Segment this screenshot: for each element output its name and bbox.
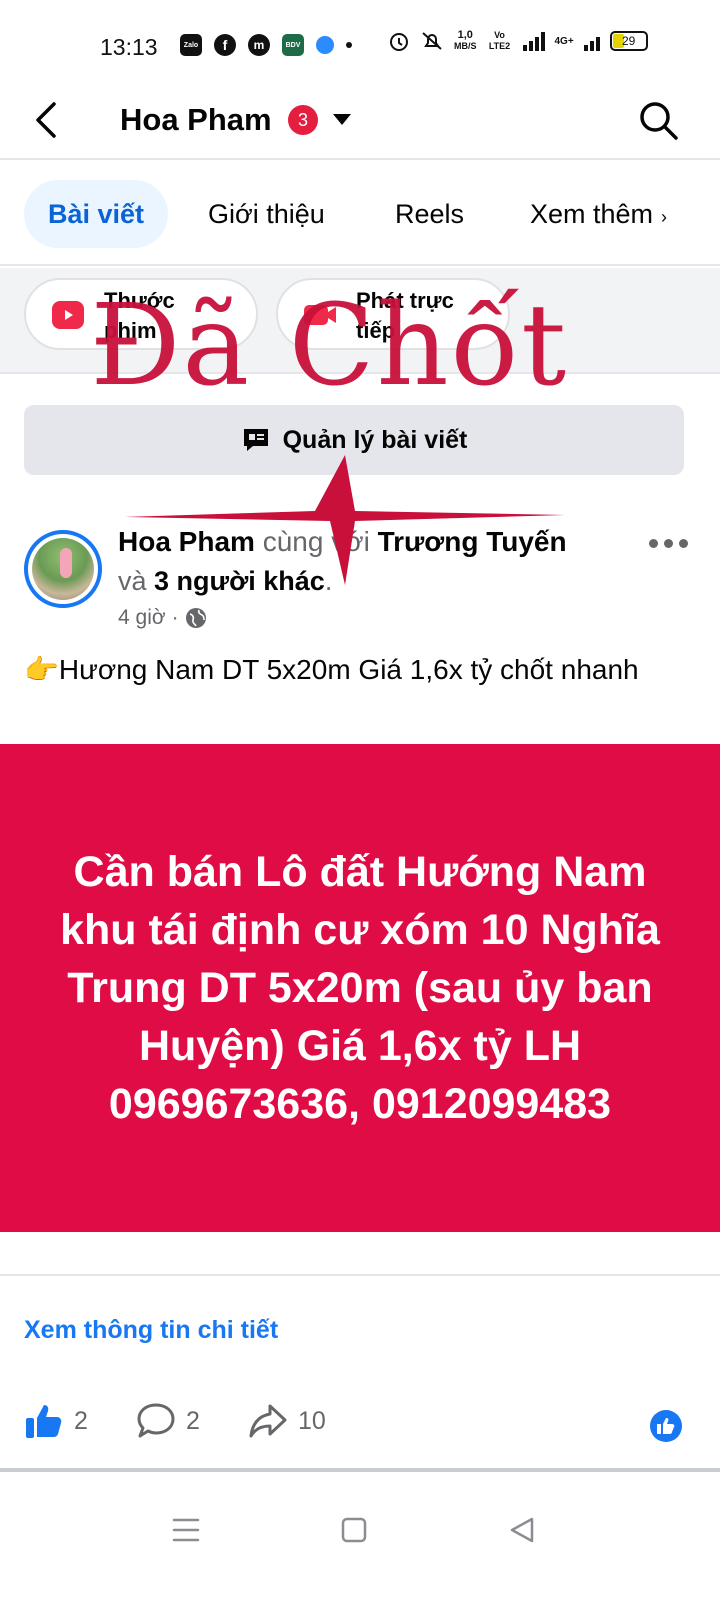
mute-icon xyxy=(422,32,442,50)
manage-posts-label: Quản lý bài viết xyxy=(282,425,468,454)
share-count: 10 xyxy=(298,1406,326,1435)
post-text: 👉Hương Nam DT 5x20m Giá 1,6x tỷ chốt nha… xyxy=(24,654,639,685)
thumb-icon xyxy=(657,1418,675,1434)
more-notifications-dot xyxy=(346,42,352,48)
zalo-icon: Zalo xyxy=(180,34,202,56)
like-count: 2 xyxy=(74,1406,88,1435)
chevron-right-icon: › xyxy=(661,207,668,227)
see-details-link[interactable]: Xem thông tin chi tiết xyxy=(24,1316,278,1345)
network-type: 4G+ xyxy=(554,35,574,47)
avatar[interactable] xyxy=(24,530,102,608)
post-meta: 4 giờ · xyxy=(118,606,207,630)
search-icon[interactable] xyxy=(636,98,680,142)
back-triangle-icon[interactable] xyxy=(502,1510,542,1550)
status-time: 13:13 xyxy=(100,34,158,60)
profile-header: Hoa Pham 3 xyxy=(0,90,720,160)
notification-badge[interactable]: 3 xyxy=(288,105,318,135)
menu-icon[interactable] xyxy=(166,1510,206,1550)
app-diamond-icon xyxy=(312,32,338,58)
post-image-text: Cần bán Lô đất Hướng Nam khu tái định cư… xyxy=(60,848,660,1128)
network-speed: 1,0 MB/S xyxy=(454,30,477,52)
like-icon xyxy=(26,1405,62,1438)
home-square-icon[interactable] xyxy=(334,1510,374,1550)
signal-icon-2 xyxy=(583,31,600,51)
more-options-button[interactable] xyxy=(646,528,690,558)
facebook-icon: f xyxy=(214,34,236,56)
profile-tabs: Bài viết Giới thiệu Reels Xem thêm › xyxy=(0,162,720,266)
bidv-icon: BDV xyxy=(282,34,304,56)
comment-button[interactable]: 2 xyxy=(136,1402,200,1440)
manage-posts-icon xyxy=(243,429,268,451)
reels-icon xyxy=(52,301,84,329)
tab-reels[interactable]: Reels xyxy=(395,180,464,248)
speed-unit: MB/S xyxy=(454,41,477,51)
post-time[interactable]: 4 giờ xyxy=(118,606,166,630)
profile-name[interactable]: Hoa Pham xyxy=(120,102,272,138)
sparkle-watermark-icon xyxy=(125,455,565,585)
share-button[interactable]: 10 xyxy=(248,1402,326,1440)
back-arrow-icon[interactable] xyxy=(26,98,70,142)
tab-about[interactable]: Giới thiệu xyxy=(208,180,325,248)
messenger-icon: m xyxy=(248,34,270,56)
speed-value: 1,0 xyxy=(457,29,473,41)
globe-icon xyxy=(185,608,206,628)
status-bar: 13:13 Zalo f m BDV 1,0 MB/S Vo LTE2 4G+ 2… xyxy=(0,0,720,90)
system-icons: 1,0 MB/S Vo LTE2 4G+ 29 xyxy=(388,30,648,52)
tab-posts[interactable]: Bài viết xyxy=(24,180,169,248)
divider xyxy=(0,1274,720,1276)
android-nav-bar xyxy=(0,1472,720,1600)
battery-level: 29 xyxy=(622,34,636,48)
post-image[interactable]: Cần bán Lô đất Hướng Nam khu tái định cư… xyxy=(0,744,720,1232)
comment-icon xyxy=(137,1403,175,1438)
tab-see-more[interactable]: Xem thêm › xyxy=(530,180,667,248)
volte-label: Vo LTE2 xyxy=(488,30,511,51)
share-icon xyxy=(249,1404,287,1438)
like-reaction-icon[interactable] xyxy=(650,1410,682,1442)
comment-count: 2 xyxy=(186,1406,200,1435)
signal-icon xyxy=(522,31,545,51)
battery-icon: 29 xyxy=(609,31,648,51)
like-button[interactable]: 2 xyxy=(24,1402,88,1440)
avatar-photo xyxy=(32,538,94,600)
notification-icons: Zalo f m BDV xyxy=(180,32,352,58)
meta-separator: · xyxy=(171,606,179,629)
sold-watermark: Đã Chốt xyxy=(90,281,569,411)
tab-see-more-label: Xem thêm xyxy=(530,199,654,229)
chevron-down-icon[interactable] xyxy=(333,114,351,125)
alarm-icon xyxy=(390,33,408,51)
